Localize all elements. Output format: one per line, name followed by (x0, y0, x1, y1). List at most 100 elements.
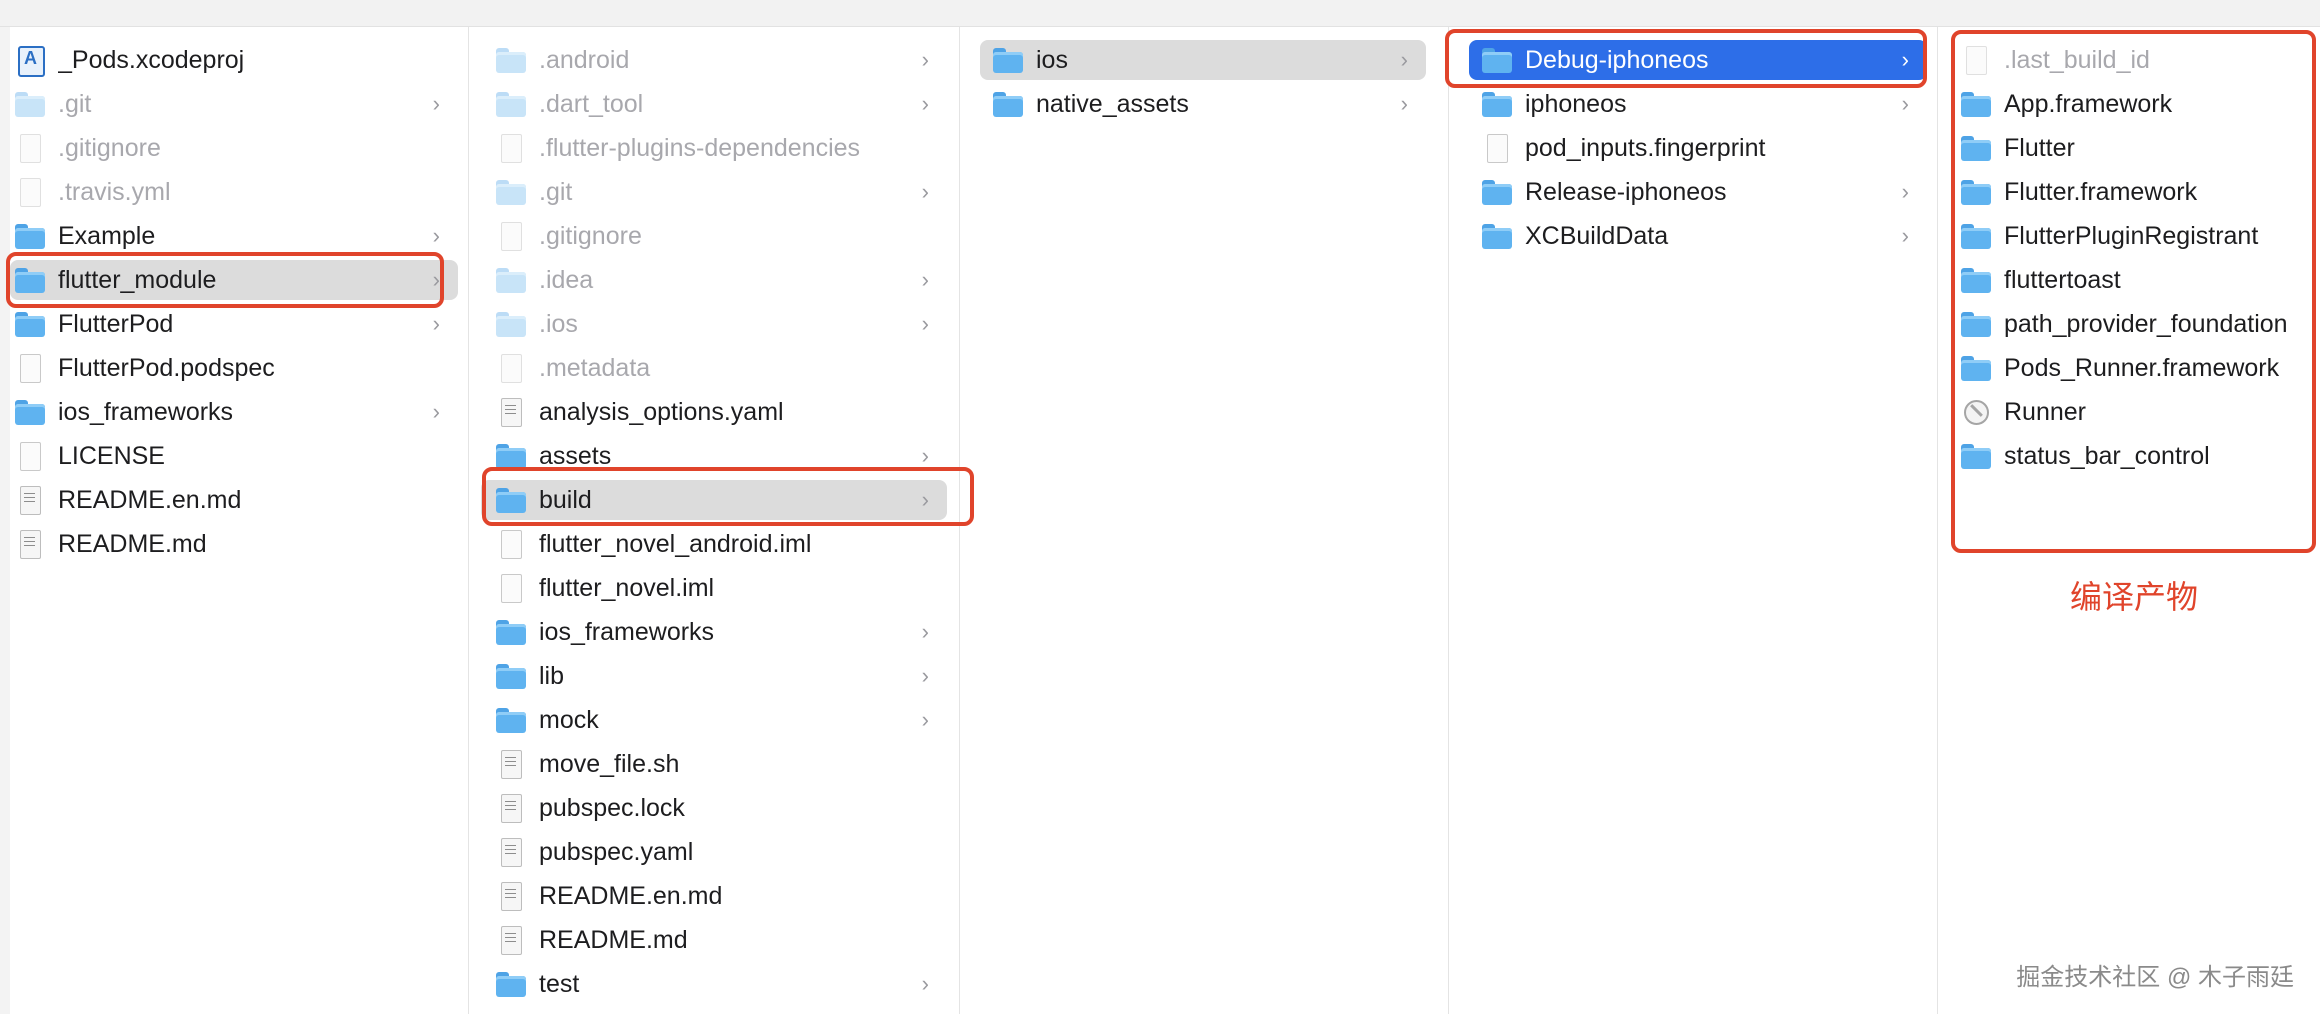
file-row[interactable]: analysis_options.yaml (481, 392, 947, 432)
chevron-right-icon: › (921, 663, 929, 688)
file-row[interactable]: pod_inputs.fingerprint (1469, 128, 1927, 168)
chevron-right-icon: › (921, 619, 929, 644)
file-row[interactable]: iphoneos › (1469, 84, 1927, 124)
file-row[interactable]: native_assets › (980, 84, 1426, 124)
finder-column-ios: Debug-iphoneos › iphoneos › pod_inputs.finge… (1449, 27, 1938, 1014)
folder-icon (1481, 89, 1513, 119)
file-name: .gitignore (539, 221, 642, 250)
chevron-right-icon: › (432, 399, 440, 424)
folder-icon (495, 265, 527, 295)
file-row[interactable]: README.md (481, 920, 947, 960)
chevron-right-icon: › (1901, 179, 1909, 204)
file-name: ios_frameworks (58, 397, 234, 426)
chevron-right-icon: › (432, 223, 440, 248)
file-name: mock (539, 705, 599, 734)
file-row[interactable]: flutter_novel.iml (481, 568, 947, 608)
file-row[interactable]: flutter_novel_android.iml (481, 524, 947, 564)
folder-icon (1481, 221, 1513, 251)
file-row[interactable]: ios_frameworks › (10, 392, 458, 432)
folder-icon (495, 705, 527, 735)
file-name: .android (539, 45, 630, 74)
folder-icon (14, 89, 46, 119)
file-row[interactable]: _Pods.xcodeproj (10, 40, 458, 80)
file-name: .gitignore (58, 133, 161, 162)
file-name: pubspec.lock (539, 793, 685, 822)
file-row[interactable]: LICENSE (10, 436, 458, 476)
file-name: .flutter-plugins-dependencies (539, 133, 861, 162)
chevron-right-icon: › (921, 311, 929, 336)
file-name: README.en.md (539, 881, 723, 910)
file-row[interactable]: ios › (980, 40, 1426, 80)
file-name: move_file.sh (539, 749, 680, 778)
folder-icon (495, 89, 527, 119)
window-toolbar (0, 0, 2320, 27)
file-row[interactable]: .git › (10, 84, 458, 124)
file-row[interactable]: test › (481, 964, 947, 1004)
file-name: _Pods.xcodeproj (58, 45, 245, 74)
folder-icon (992, 89, 1024, 119)
file-row[interactable]: pubspec.lock (481, 788, 947, 828)
file-row[interactable]: move_file.sh (481, 744, 947, 784)
file-row[interactable]: Example › (10, 216, 458, 256)
document-icon (1481, 133, 1513, 163)
chevron-right-icon: › (921, 971, 929, 996)
chevron-right-icon: › (921, 179, 929, 204)
highlight-box-debug-iphoneos (1445, 29, 1927, 88)
file-row[interactable]: .travis.yml (10, 172, 458, 212)
file-name: .git (58, 89, 92, 118)
file-row[interactable]: .gitignore (481, 216, 947, 256)
file-row[interactable]: .idea › (481, 260, 947, 300)
file-name: Example (58, 221, 156, 250)
file-name: flutter_novel.iml (539, 573, 715, 602)
file-row[interactable]: .metadata (481, 348, 947, 388)
file-row[interactable]: README.md (10, 524, 458, 564)
file-row[interactable]: XCBuildData › (1469, 216, 1927, 256)
chevron-right-icon: › (921, 707, 929, 732)
file-name: README.md (58, 529, 207, 558)
sidebar-edge (0, 27, 10, 1014)
file-row[interactable]: README.en.md (481, 876, 947, 916)
document-icon (495, 529, 527, 559)
folder-icon (495, 177, 527, 207)
chevron-right-icon: › (1901, 223, 1909, 248)
file-name: XCBuildData (1525, 221, 1669, 250)
chevron-right-icon: › (921, 443, 929, 468)
file-row[interactable]: FlutterPod.podspec (10, 348, 458, 388)
xcode-project-icon (14, 45, 46, 77)
file-name: .ios (539, 309, 578, 338)
highlight-box-build-products (1951, 30, 2316, 553)
text-document-icon (495, 837, 527, 867)
file-row[interactable]: lib › (481, 656, 947, 696)
chevron-right-icon: › (1400, 91, 1408, 116)
file-name: .dart_tool (539, 89, 644, 118)
file-name: lib (539, 661, 565, 690)
document-icon (495, 353, 527, 383)
file-row[interactable]: .dart_tool › (481, 84, 947, 124)
file-row[interactable]: ios_frameworks › (481, 612, 947, 652)
file-row[interactable]: .ios › (481, 304, 947, 344)
chevron-right-icon: › (1901, 91, 1909, 116)
file-row[interactable]: FlutterPod › (10, 304, 458, 344)
text-document-icon (495, 925, 527, 955)
chevron-right-icon: › (432, 311, 440, 336)
file-name: FlutterPod (58, 309, 174, 338)
file-row[interactable]: README.en.md (10, 480, 458, 520)
text-document-icon (14, 485, 46, 515)
file-row[interactable]: Release-iphoneos › (1469, 172, 1927, 212)
text-document-icon (495, 397, 527, 427)
file-row[interactable]: .gitignore (10, 128, 458, 168)
document-icon (14, 177, 46, 207)
file-name: FlutterPod.podspec (58, 353, 275, 382)
file-name: README.md (539, 925, 688, 954)
document-icon (495, 221, 527, 251)
file-row[interactable]: pubspec.yaml (481, 832, 947, 872)
folder-icon (14, 309, 46, 339)
folder-icon (495, 661, 527, 691)
file-row[interactable]: .android › (481, 40, 947, 80)
file-row[interactable]: .git › (481, 172, 947, 212)
highlight-box-flutter-module (6, 252, 444, 308)
file-row[interactable]: mock › (481, 700, 947, 740)
file-row[interactable]: .flutter-plugins-dependencies (481, 128, 947, 168)
text-document-icon (495, 881, 527, 911)
file-name: .idea (539, 265, 594, 294)
